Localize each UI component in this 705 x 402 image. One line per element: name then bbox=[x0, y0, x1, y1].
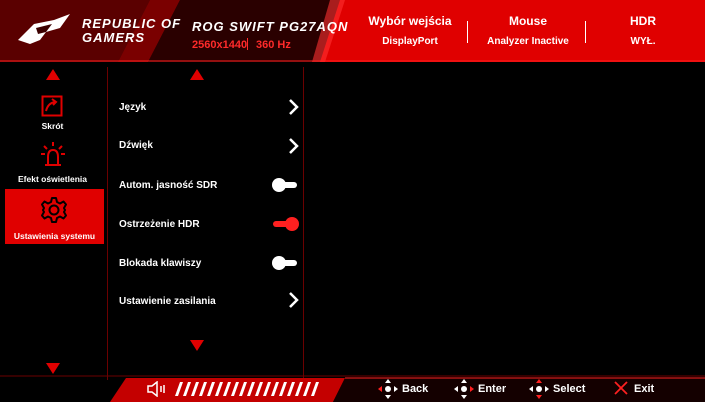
mouse-value: Analyzer Inactive bbox=[487, 36, 569, 47]
sidebar-item-label: Ustawienia systemu bbox=[13, 231, 96, 241]
setting-label: Dźwięk bbox=[119, 140, 153, 151]
input-select-value: DisplayPort bbox=[382, 36, 438, 47]
column-divider bbox=[303, 67, 304, 380]
hdr-title: HDR bbox=[630, 14, 656, 28]
select-button[interactable]: Select bbox=[553, 383, 585, 395]
input-select-title: Wybór wejścia bbox=[368, 14, 452, 28]
chevron-right-icon[interactable] bbox=[286, 137, 300, 155]
toggle-on[interactable] bbox=[271, 215, 301, 233]
joystick-right-icon bbox=[454, 379, 474, 399]
setting-label: Ostrzeżenie HDR bbox=[119, 219, 200, 230]
status-divider bbox=[467, 21, 468, 43]
model-name: ROG SWIFT PG27AQN bbox=[192, 19, 349, 34]
sidebar-item-label: Efekt oświetlenia bbox=[18, 174, 87, 184]
status-divider bbox=[585, 21, 586, 43]
setting-label: Język bbox=[119, 102, 147, 113]
chevron-right-icon[interactable] bbox=[286, 291, 300, 309]
chevron-right-icon[interactable] bbox=[286, 98, 300, 116]
column-divider bbox=[107, 67, 108, 380]
toggle-off[interactable] bbox=[271, 254, 301, 272]
close-icon bbox=[614, 381, 628, 395]
enter-button[interactable]: Enter bbox=[478, 383, 506, 395]
toggle-off[interactable] bbox=[271, 176, 301, 194]
brand-name-line2: GAMERS bbox=[82, 30, 146, 45]
back-button[interactable]: Back bbox=[402, 383, 428, 395]
list-scroll-down-icon[interactable] bbox=[190, 340, 204, 351]
setting-label: Ustawienie zasilania bbox=[119, 296, 216, 307]
model-resolution: 2560x1440 bbox=[192, 39, 248, 51]
settings-gear-icon bbox=[41, 197, 67, 223]
exit-button[interactable]: Exit bbox=[634, 383, 654, 395]
joystick-updown-icon bbox=[529, 379, 549, 399]
shortcut-icon bbox=[41, 95, 63, 117]
model-separator bbox=[247, 38, 248, 50]
joystick-left-icon bbox=[378, 379, 398, 399]
footer-decoration bbox=[0, 375, 705, 402]
hdr-value: WYŁ. bbox=[630, 36, 656, 47]
lighting-icon bbox=[41, 142, 65, 166]
rog-eye-logo bbox=[18, 14, 70, 44]
brand-name-line1: REPUBLIC OF bbox=[82, 16, 182, 31]
sidebar-item-label: Skrót bbox=[41, 121, 64, 131]
setting-label: Blokada klawiszy bbox=[119, 258, 202, 269]
mouse-title: Mouse bbox=[508, 14, 547, 28]
setting-label: Autom. jasność SDR bbox=[119, 180, 218, 191]
sidebar-item-shortcut[interactable]: Skrót bbox=[0, 92, 105, 138]
speaker-icon[interactable] bbox=[146, 381, 170, 397]
volume-level-bar[interactable] bbox=[174, 382, 324, 396]
list-scroll-up-icon[interactable] bbox=[190, 69, 204, 80]
model-refresh-rate: 360 Hz bbox=[256, 39, 291, 51]
sidebar-item-system-settings[interactable]: Ustawienia systemu bbox=[5, 189, 104, 244]
sidebar-item-lighting[interactable]: Efekt oświetlenia bbox=[0, 140, 105, 186]
sidebar-scroll-up-icon[interactable] bbox=[46, 69, 60, 80]
